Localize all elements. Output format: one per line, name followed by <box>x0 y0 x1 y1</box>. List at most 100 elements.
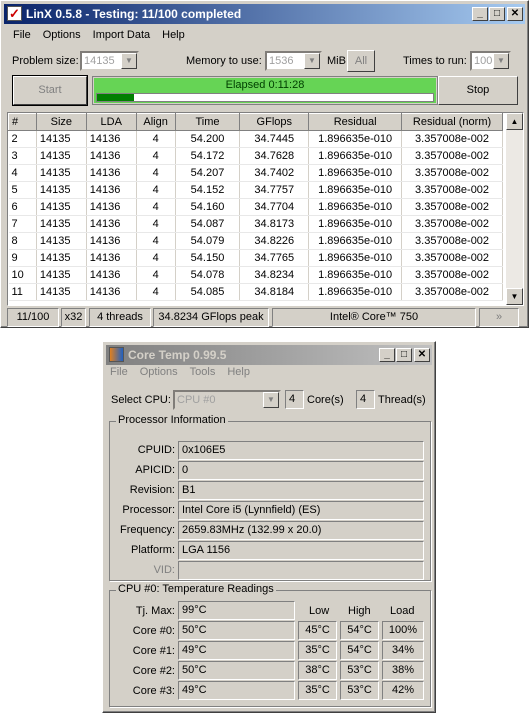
memory-select[interactable]: 1536 ▼ <box>265 51 322 71</box>
table-cell: 4 <box>8 164 37 182</box>
times-value: 100 <box>474 55 493 67</box>
maximize-button[interactable]: □ <box>396 348 412 362</box>
start-button[interactable]: Start <box>12 75 88 106</box>
table-row[interactable]: 9 14135 14136 4 54.150 34.7765 1.896635e-010 3.… <box>8 249 503 267</box>
column-header[interactable]: Residual <box>308 113 403 131</box>
table-cell: 1.896635e-010 <box>308 181 403 199</box>
scroll-up-button[interactable]: ▲ <box>506 113 523 130</box>
table-cell: 14136 <box>86 249 137 267</box>
table-row[interactable]: 10 14135 14136 4 54.078 34.8234 1.896635e-010 3… <box>8 266 503 284</box>
table-cell: 54.207 <box>175 164 241 182</box>
table-cell: 8 <box>8 232 37 250</box>
column-header[interactable]: GFlops <box>239 113 310 131</box>
processor-information-group: Processor Information CPUID: 0x106E5 APICI… <box>109 414 431 581</box>
high-header: High <box>348 605 371 617</box>
table-cell: 34.7445 <box>239 130 310 148</box>
table-cell: 1.896635e-010 <box>308 249 403 267</box>
column-header[interactable]: LDA <box>85 113 137 131</box>
table-cell: 14136 <box>86 283 137 301</box>
chevron-down-icon[interactable]: ▼ <box>263 392 279 408</box>
cpu-select[interactable]: CPU #0 ▼ <box>173 390 281 410</box>
problem-size-label: Problem size: <box>12 55 79 67</box>
status-more[interactable]: » <box>479 308 519 327</box>
column-header[interactable]: Residual (norm) <box>401 113 503 131</box>
table-cell: 14135 <box>36 215 87 233</box>
menu-options[interactable]: Options <box>43 29 81 41</box>
core-load: 100% <box>382 621 424 640</box>
menu-file[interactable]: File <box>110 366 128 378</box>
table-cell: 14136 <box>86 164 137 182</box>
menu-file[interactable]: File <box>13 29 31 41</box>
times-label: Times to run: <box>403 55 467 67</box>
table-cell: 54.150 <box>175 249 241 267</box>
table-cell: 1.896635e-010 <box>308 198 403 216</box>
table-row[interactable]: 2 14135 14136 4 54.200 34.7445 1.896635e-010 3.… <box>8 130 503 148</box>
menu-help[interactable]: Help <box>227 366 250 378</box>
table-row[interactable]: 8 14135 14136 4 54.079 34.8226 1.896635e-010 3.… <box>8 232 503 250</box>
scroll-down-button[interactable]: ▼ <box>506 288 523 305</box>
table-cell: 14135 <box>36 232 87 250</box>
core-low: 38°C <box>298 661 337 680</box>
table-cell: 7 <box>8 215 37 233</box>
chevron-down-icon[interactable]: ▼ <box>121 53 137 69</box>
all-button[interactable]: All <box>347 50 375 72</box>
menu-import-data[interactable]: Import Data <box>93 29 150 41</box>
table-cell: 4 <box>136 232 176 250</box>
status-threads: 4 threads <box>89 308 151 327</box>
table-row[interactable]: 5 14135 14136 4 54.152 34.7757 1.896635e-010 3.… <box>8 181 503 199</box>
proc-value: B1 <box>178 481 424 500</box>
column-header[interactable]: Time <box>174 113 241 131</box>
minimize-button[interactable]: _ <box>472 7 488 21</box>
menu-options[interactable]: Options <box>140 366 178 378</box>
table-cell: 14135 <box>36 181 87 199</box>
vertical-scrollbar[interactable]: ▲ ▼ <box>506 113 523 305</box>
table-cell: 4 <box>136 164 176 182</box>
close-button[interactable]: ✕ <box>414 348 430 362</box>
column-header[interactable]: # <box>8 113 37 131</box>
threads-label: Thread(s) <box>378 394 426 406</box>
column-header[interactable]: Align <box>135 113 176 131</box>
times-select[interactable]: 100 ▼ <box>470 51 511 71</box>
threads-count: 4 <box>356 390 375 409</box>
table-cell: 14135 <box>36 147 87 165</box>
table-cell: 54.200 <box>175 130 241 148</box>
table-cell: 54.152 <box>175 181 241 199</box>
table-cell: 3.357008e-002 <box>401 147 503 165</box>
table-row[interactable]: 11 14135 14136 4 54.085 34.8184 1.896635e-010 3… <box>8 283 503 301</box>
chevron-down-icon[interactable]: ▼ <box>493 53 509 69</box>
core-low: 35°C <box>298 681 337 700</box>
core-temp: 50°C <box>178 661 295 680</box>
column-header[interactable]: Size <box>35 113 87 131</box>
menu-help[interactable]: Help <box>162 29 185 41</box>
close-button[interactable]: ✕ <box>507 7 523 21</box>
table-cell: 34.8184 <box>239 283 310 301</box>
stop-button[interactable]: Stop <box>438 76 518 105</box>
proc-label: CPUID: <box>137 444 175 456</box>
problem-size-value: 14135 <box>84 55 115 67</box>
minimize-button[interactable]: _ <box>379 348 395 362</box>
results-table: # Size LDA Align Time GFlops Residual Residual … <box>8 113 503 301</box>
proc-label: APICID: <box>135 464 175 476</box>
proc-label: Processor: <box>122 504 175 516</box>
table-row[interactable]: 4 14135 14136 4 54.207 34.7402 1.896635e-010 3.… <box>8 164 503 182</box>
menu-tools[interactable]: Tools <box>190 366 216 378</box>
proc-label: Revision: <box>129 484 175 496</box>
table-cell: 14135 <box>36 249 87 267</box>
problem-size-select[interactable]: 14135 ▼ <box>80 51 139 71</box>
table-row[interactable]: 3 14135 14136 4 54.172 34.7628 1.896635e-010 3.… <box>8 147 503 165</box>
results-table-container: # Size LDA Align Time GFlops Residual Residual … <box>7 112 524 306</box>
table-cell: 1.896635e-010 <box>308 266 403 284</box>
table-cell: 34.7765 <box>239 249 310 267</box>
table-cell: 1.896635e-010 <box>308 147 403 165</box>
load-header: Load <box>390 605 415 617</box>
table-cell: 2 <box>8 130 37 148</box>
table-cell: 14136 <box>86 198 137 216</box>
proc-value: LGA 1156 <box>178 541 424 560</box>
chevron-down-icon[interactable]: ▼ <box>304 53 320 69</box>
table-row[interactable]: 7 14135 14136 4 54.087 34.8173 1.896635e-010 3.… <box>8 215 503 233</box>
maximize-button[interactable]: □ <box>489 7 505 21</box>
table-row[interactable]: 6 14135 14136 4 54.160 34.7704 1.896635e-010 3.… <box>8 198 503 216</box>
tjmax-label: Tj. Max: <box>135 605 175 617</box>
table-cell: 3.357008e-002 <box>401 283 503 301</box>
table-cell: 4 <box>136 181 176 199</box>
